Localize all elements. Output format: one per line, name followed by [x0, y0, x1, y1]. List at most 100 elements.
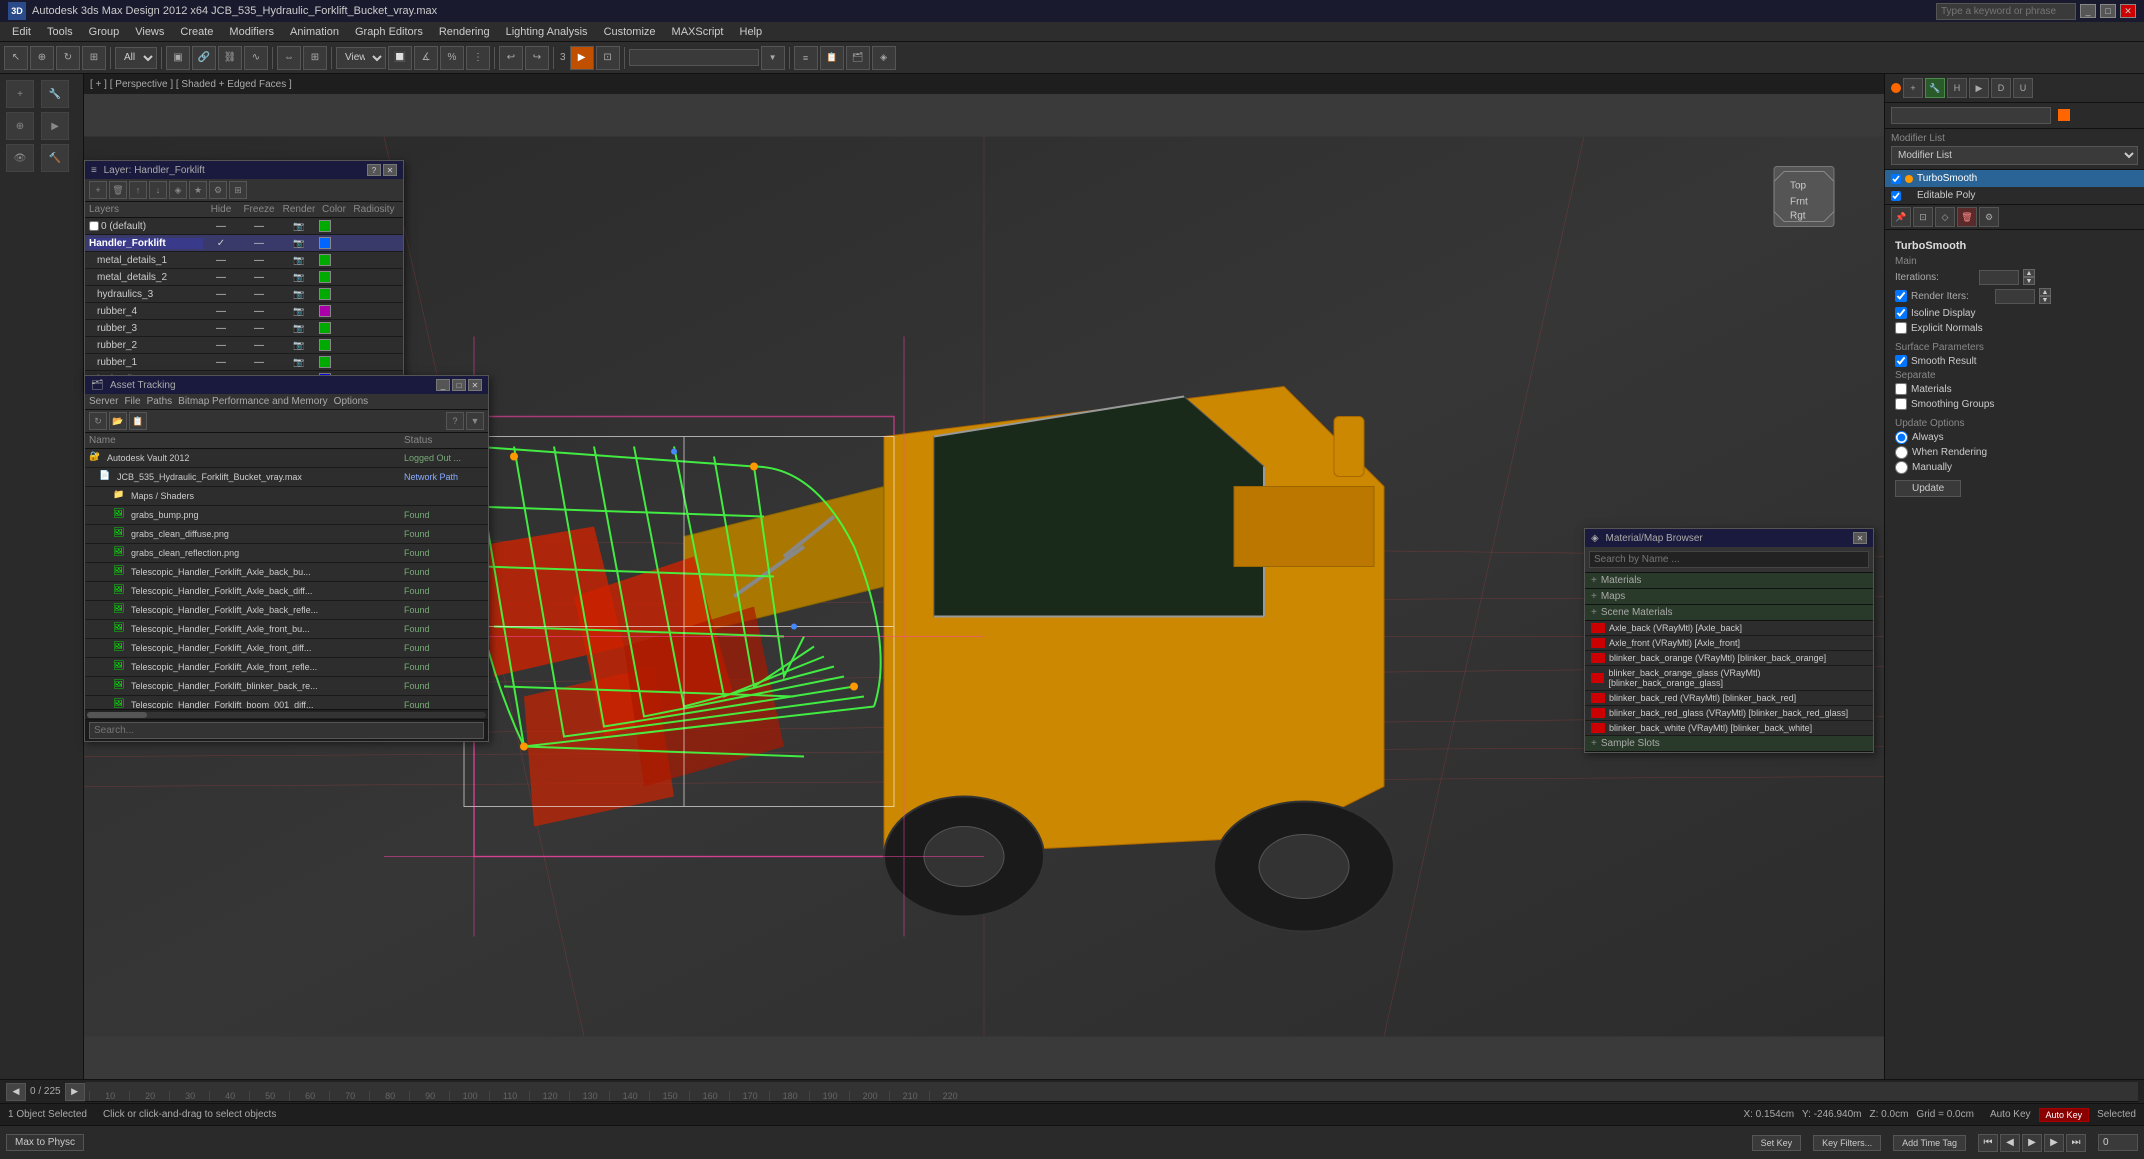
asset-row-map-9[interactable]: 🖼 Telescopic_Handler_Forklift_blinker_ba…	[85, 677, 488, 696]
cmd-display-btn[interactable]: D	[1991, 78, 2011, 98]
modify-panel-btn[interactable]: 🔧	[41, 80, 69, 108]
spinner-snap-btn[interactable]: ⋮	[466, 46, 490, 70]
layers-btn[interactable]: ≡	[794, 46, 818, 70]
material-search-input[interactable]	[1589, 551, 1869, 568]
mat-row-0[interactable]: Axle_back (VRayMtl) [Axle_back]	[1585, 621, 1873, 636]
layer-row-rubber1[interactable]: rubber_1 —— 📷	[85, 354, 403, 371]
editable-poly-checkbox[interactable]	[1891, 191, 1901, 201]
layer-row-rubber4[interactable]: rubber_4 —— 📷	[85, 303, 403, 320]
set-key-btn[interactable]: Set Key	[1752, 1135, 1802, 1151]
asset-menu-paths[interactable]: Paths	[147, 396, 173, 407]
view-dropdown[interactable]: View	[336, 47, 386, 69]
cmd-create-btn[interactable]: +	[1903, 78, 1923, 98]
mat-row-5[interactable]: blinker_back_red_glass (VRayMtl) [blinke…	[1585, 706, 1873, 721]
material-browser-titlebar[interactable]: ◈ Material/Map Browser ✕	[1585, 529, 1873, 547]
menu-modifiers[interactable]: Modifiers	[221, 24, 282, 40]
mat-row-1[interactable]: Axle_front (VRayMtl) [Axle_front]	[1585, 636, 1873, 651]
always-radio[interactable]	[1895, 431, 1908, 444]
asset-row-map-7[interactable]: 🖼 Telescopic_Handler_Forklift_Axle_front…	[85, 639, 488, 658]
materials-checkbox[interactable]	[1895, 383, 1907, 395]
iterations-down[interactable]: ▼	[2023, 277, 2035, 285]
asset-scrollbar-x[interactable]	[85, 709, 488, 719]
selection-set-input[interactable]	[629, 49, 759, 66]
asset-row-map-6[interactable]: 🖼 Telescopic_Handler_Forklift_Axle_front…	[85, 620, 488, 639]
select-tool-btn[interactable]: ↖	[4, 46, 28, 70]
bind-btn[interactable]: ∿	[244, 46, 268, 70]
layer-move-down-btn[interactable]: ↓	[149, 181, 167, 199]
update-button[interactable]: Update	[1895, 480, 1961, 497]
menu-views[interactable]: Views	[127, 24, 172, 40]
asset-maximize-btn[interactable]: □	[452, 379, 466, 391]
asset-row-map-4[interactable]: 🖼 Telescopic_Handler_Forklift_Axle_back_…	[85, 582, 488, 601]
asset-row-map-0[interactable]: 🖼 grabs_bump.png Found	[85, 506, 488, 525]
frame-input[interactable]	[2098, 1134, 2138, 1151]
render-iters-input[interactable]: 2	[1995, 289, 2035, 304]
renderiters-up[interactable]: ▲	[2039, 288, 2051, 296]
smooth-result-checkbox[interactable]	[1895, 355, 1907, 367]
asset-close-btn[interactable]: ✕	[468, 379, 482, 391]
layer-row-metal2[interactable]: metal_details_2 —— 📷	[85, 269, 403, 286]
layer-row-hydraulics3[interactable]: hydraulics_3 —— 📷	[85, 286, 403, 303]
layer-row-metal1[interactable]: metal_details_1 — — 📷	[85, 252, 403, 269]
editable-poly-modifier[interactable]: Editable Poly	[1885, 187, 2144, 204]
autokey-button[interactable]: Auto Key	[2039, 1108, 2090, 1122]
menu-graph-editors[interactable]: Graph Editors	[347, 24, 431, 40]
isoline-checkbox[interactable]	[1895, 307, 1907, 319]
manually-radio[interactable]	[1895, 461, 1908, 474]
play-start-btn[interactable]: ⏮	[1978, 1134, 1998, 1152]
handler-layer-color[interactable]	[319, 237, 331, 249]
move-tool-btn[interactable]: ⊕	[30, 46, 54, 70]
object-color-swatch[interactable]	[2058, 109, 2070, 121]
timeline-fwd-btn[interactable]: ▶	[65, 1083, 85, 1101]
select-all-btn[interactable]: ▣	[166, 46, 190, 70]
menu-help[interactable]: Help	[732, 24, 771, 40]
material-editor-btn[interactable]: ◈	[872, 46, 896, 70]
modifier-dropdown[interactable]: Modifier List	[1891, 146, 2138, 165]
sample-slots-section[interactable]: + Sample Slots	[1585, 736, 1873, 752]
turbosmooth-modifier[interactable]: TurboSmooth	[1885, 170, 2144, 187]
asset-row-max[interactable]: 📄 JCB_535_Hydraulic_Forklift_Bucket_vray…	[85, 468, 488, 487]
layer-close-btn[interactable]: ✕	[383, 164, 397, 176]
iterations-up[interactable]: ▲	[2023, 269, 2035, 277]
layer-row-rubber2[interactable]: rubber_2 —— 📷	[85, 337, 403, 354]
asset-help-btn[interactable]: ?	[446, 412, 464, 430]
play-btn[interactable]: ▶	[2022, 1134, 2042, 1152]
menu-group[interactable]: Group	[81, 24, 128, 40]
mat-row-4[interactable]: blinker_back_red (VRayMtl) [blinker_back…	[1585, 691, 1873, 706]
utility-panel-btn[interactable]: 🔨	[41, 144, 69, 172]
layer-settings-btn[interactable]: ⚙	[209, 181, 227, 199]
layer-new-btn[interactable]: +	[89, 181, 107, 199]
menu-animation[interactable]: Animation	[282, 24, 347, 40]
asset-row-map-1[interactable]: 🖼 grabs_clean_diffuse.png Found	[85, 525, 488, 544]
layer-merge-btn[interactable]: ⊞	[229, 181, 247, 199]
matbrowser-close-btn[interactable]: ✕	[1853, 532, 1867, 544]
layer-delete-btn[interactable]: 🗑	[109, 181, 127, 199]
scene-materials-section[interactable]: + Scene Materials	[1585, 605, 1873, 621]
asset-menu-server[interactable]: Server	[89, 396, 118, 407]
minimize-button[interactable]: _	[2080, 4, 2096, 18]
cmd-hierarchy-btn[interactable]: H	[1947, 78, 1967, 98]
asset-scroll-thumb[interactable]	[87, 712, 147, 718]
layer-highlight-btn[interactable]: ★	[189, 181, 207, 199]
menu-maxscript[interactable]: MAXScript	[664, 24, 732, 40]
timeline-ruler[interactable]: 10 20 30 40 50 60 70 80 90 100 110 120 1…	[85, 1082, 2138, 1102]
asset-copy-btn[interactable]: 📋	[129, 412, 147, 430]
default-layer-checkbox[interactable]	[89, 221, 99, 231]
maximize-button[interactable]: □	[2100, 4, 2116, 18]
asset-minimize-btn[interactable]: _	[436, 379, 450, 391]
layer-row-handler[interactable]: Handler_Forklift ✓ — 📷	[85, 235, 403, 252]
rotate-tool-btn[interactable]: ↻	[56, 46, 80, 70]
asset-panel-titlebar[interactable]: 🗂 Asset Tracking _ □ ✕	[85, 376, 488, 394]
configure-modifiers-btn[interactable]: ⚙	[1979, 207, 1999, 227]
menu-create[interactable]: Create	[172, 24, 221, 40]
object-name-field[interactable]: bucket_detail_1	[1891, 107, 2051, 124]
asset-row-map-2[interactable]: 🖼 grabs_clean_reflection.png Found	[85, 544, 488, 563]
prev-frame-btn[interactable]: ◀	[2000, 1134, 2020, 1152]
render-frame-btn[interactable]: ⊡	[596, 46, 620, 70]
motion-panel-btn[interactable]: ▶	[41, 112, 69, 140]
layer-help-btn[interactable]: ?	[367, 164, 381, 176]
snaps-btn[interactable]: 🔲	[388, 46, 412, 70]
asset-row-map-5[interactable]: 🖼 Telescopic_Handler_Forklift_Axle_back_…	[85, 601, 488, 620]
asset-row-maps[interactable]: 📁 Maps / Shaders	[85, 487, 488, 506]
cmd-utility-btn[interactable]: U	[2013, 78, 2033, 98]
